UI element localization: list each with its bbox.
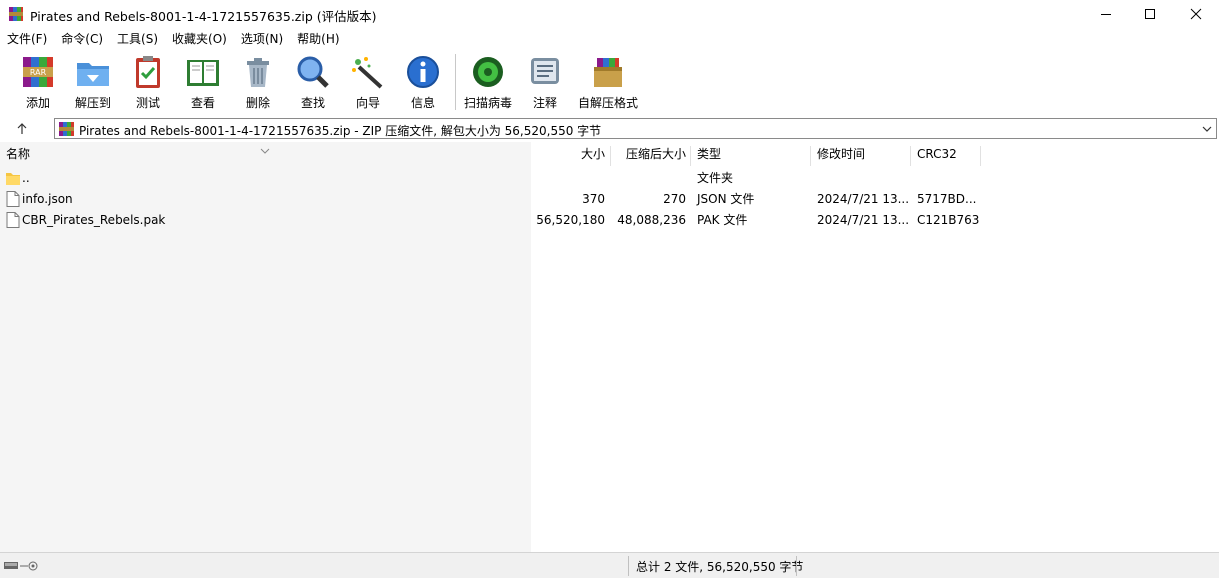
virus-scan-label: 扫描病毒	[463, 96, 512, 110]
minimize-icon	[1101, 14, 1111, 15]
file-name: CBR_Pirates_Rebels.pak	[22, 213, 166, 227]
file-crc: C121B763	[917, 213, 980, 227]
sfx-box-icon	[594, 58, 622, 87]
drive-icon[interactable]	[4, 559, 40, 574]
comment-icon	[531, 58, 559, 84]
menu-commands[interactable]: 命令(C)	[54, 28, 110, 50]
folder-icon	[6, 170, 20, 186]
view-book-icon	[187, 60, 219, 86]
file-row[interactable]: CBR_Pirates_Rebels.pak 56,520,180 48,088…	[0, 210, 1219, 231]
column-header-packed[interactable]: 压缩后大小	[612, 142, 686, 166]
svg-text:RAR: RAR	[30, 68, 47, 77]
menu-tools[interactable]: 工具(S)	[110, 28, 165, 50]
column-header-modified[interactable]: 修改时间	[817, 142, 907, 166]
wizard-label: 向导	[355, 96, 380, 110]
column-divider[interactable]	[810, 146, 811, 166]
maximize-button[interactable]	[1127, 0, 1173, 28]
file-icon	[6, 191, 20, 207]
maximize-icon	[1145, 9, 1155, 19]
test-button[interactable]: 测试	[120, 53, 176, 111]
file-modified: 2024/7/21 13...	[817, 192, 910, 206]
extract-to-button[interactable]: 解压到	[65, 53, 121, 111]
menu-favorites[interactable]: 收藏夹(O)	[165, 28, 234, 50]
address-bar[interactable]: Pirates and Rebels-8001-1-4-1721557635.z…	[54, 118, 1217, 139]
column-header-type[interactable]: 类型	[697, 142, 807, 166]
test-clipboard-icon	[136, 56, 160, 88]
address-row: Pirates and Rebels-8001-1-4-1721557635.z…	[0, 116, 1219, 142]
extract-folder-icon	[77, 63, 109, 86]
delete-label: 删除	[245, 96, 270, 110]
comment-label: 注释	[532, 96, 557, 110]
window-title: Pirates and Rebels-8001-1-4-1721557635.z…	[30, 9, 377, 24]
virus-scan-icon	[473, 57, 503, 87]
virus-scan-button[interactable]: 扫描病毒	[460, 53, 516, 111]
add-label: 添加	[25, 96, 50, 110]
status-summary: 总计 2 文件, 56,520,550 字节	[636, 560, 804, 574]
menu-help[interactable]: 帮助(H)	[290, 28, 346, 50]
view-label: 查看	[190, 96, 215, 110]
archive-icon	[59, 122, 74, 136]
status-bar: 总计 2 文件, 56,520,550 字节	[0, 552, 1219, 578]
file-row[interactable]: info.json 370 270 JSON 文件 2024/7/21 13..…	[0, 189, 1219, 210]
title-bar: Pirates and Rebels-8001-1-4-1721557635.z…	[0, 0, 1219, 28]
find-label: 查找	[300, 96, 325, 110]
file-size: 370	[582, 192, 605, 206]
info-button[interactable]: 信息	[395, 53, 451, 111]
close-icon	[1190, 8, 1202, 20]
menu-options[interactable]: 选项(N)	[234, 28, 290, 50]
wizard-button[interactable]: 向导	[340, 53, 396, 111]
column-divider[interactable]	[690, 146, 691, 166]
file-name: info.json	[22, 192, 73, 206]
menu-file[interactable]: 文件(F)	[0, 28, 54, 50]
up-arrow-icon	[17, 123, 27, 134]
file-size: 56,520,180	[536, 213, 605, 227]
sfx-button[interactable]: 自解压格式	[578, 53, 638, 111]
file-type: JSON 文件	[697, 192, 755, 206]
minimize-button[interactable]	[1083, 0, 1129, 28]
file-packed-size: 270	[663, 192, 686, 206]
column-divider[interactable]	[980, 146, 981, 166]
test-label: 测试	[135, 96, 160, 110]
close-button[interactable]	[1173, 0, 1219, 28]
comment-button[interactable]: 注释	[517, 53, 573, 111]
toolbar: RAR 添加 解压到 测试 查看 删除 查找 向导 信息 扫描病毒 注释 自解压…	[0, 50, 1219, 116]
column-header-size[interactable]: 大小	[533, 142, 605, 166]
sort-chevron-icon	[260, 143, 270, 157]
wizard-wand-icon	[352, 57, 383, 89]
info-label: 信息	[410, 96, 435, 110]
add-button[interactable]: RAR 添加	[10, 53, 66, 111]
column-divider[interactable]	[610, 146, 611, 166]
trash-icon	[247, 58, 269, 87]
find-magnifier-icon	[297, 56, 329, 88]
file-icon	[6, 212, 20, 228]
up-button[interactable]	[8, 118, 36, 140]
file-name: ..	[22, 171, 30, 185]
file-type: 文件夹	[697, 171, 734, 185]
file-packed-size: 48,088,236	[617, 213, 686, 227]
delete-button[interactable]: 删除	[230, 53, 286, 111]
file-row-parent[interactable]: .. 文件夹	[0, 168, 1219, 189]
info-icon	[407, 56, 439, 88]
chevron-down-icon[interactable]	[1202, 123, 1212, 137]
address-text: Pirates and Rebels-8001-1-4-1721557635.z…	[79, 124, 602, 138]
toolbar-separator	[455, 54, 456, 110]
add-archive-icon: RAR	[23, 57, 53, 87]
view-button[interactable]: 查看	[175, 53, 231, 111]
extract-to-label: 解压到	[74, 96, 111, 110]
winrar-app-icon	[8, 6, 24, 22]
column-header-row: 名称 大小 压缩后大小 类型 修改时间 CRC32	[0, 142, 1219, 166]
menu-bar: 文件(F) 命令(C) 工具(S) 收藏夹(O) 选项(N) 帮助(H)	[0, 28, 1219, 50]
status-divider	[628, 556, 629, 576]
column-header-crc[interactable]: CRC32	[917, 142, 977, 166]
file-type: PAK 文件	[697, 213, 748, 227]
column-divider[interactable]	[910, 146, 911, 166]
file-crc: 5717BD...	[917, 192, 977, 206]
file-modified: 2024/7/21 13...	[817, 213, 910, 227]
sfx-label: 自解压格式	[578, 96, 639, 110]
status-divider	[796, 556, 797, 576]
find-button[interactable]: 查找	[285, 53, 341, 111]
